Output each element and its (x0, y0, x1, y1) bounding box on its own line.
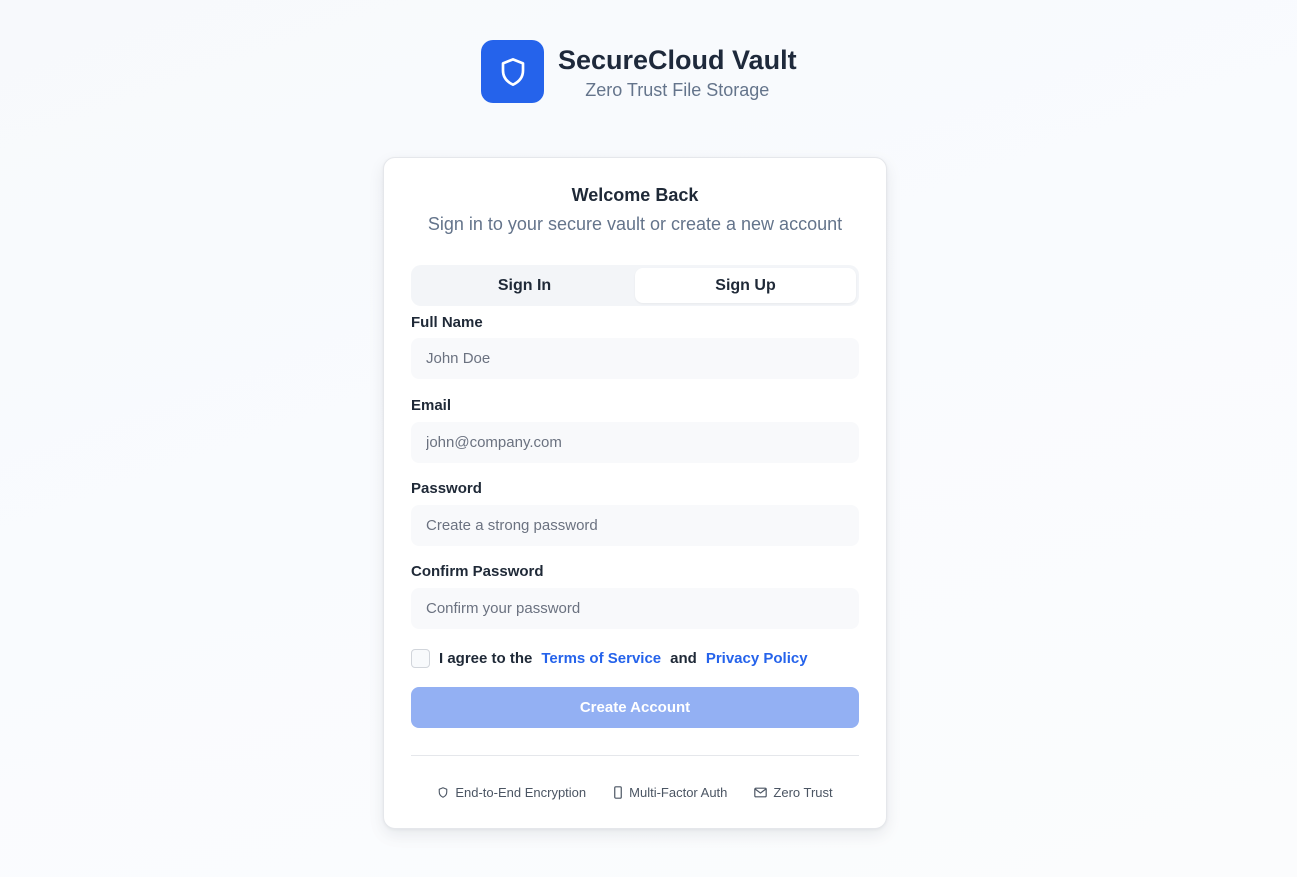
security-features: End-to-End Encryption Multi-Factor Auth … (384, 785, 886, 800)
agree-prefix: I agree to the (439, 650, 533, 667)
full-name-input[interactable] (411, 338, 859, 379)
brand-logo (481, 40, 544, 103)
brand-title: SecureCloud Vault (558, 44, 797, 75)
terms-checkbox[interactable] (411, 649, 430, 668)
mail-icon (754, 787, 768, 798)
auth-card: Welcome Back Sign in to your secure vaul… (383, 157, 887, 829)
tab-sign-up[interactable]: Sign Up (635, 268, 856, 303)
auth-tabs: Sign In Sign Up (411, 265, 859, 306)
feature-label: Multi-Factor Auth (629, 785, 728, 800)
confirm-password-input[interactable] (411, 588, 859, 629)
feature-mfa: Multi-Factor Auth (613, 785, 727, 800)
confirm-password-label: Confirm Password (411, 563, 544, 580)
card-subtitle: Sign in to your secure vault or create a… (427, 214, 843, 234)
email-input[interactable] (411, 422, 859, 463)
smartphone-icon (614, 786, 622, 799)
shield-icon (501, 57, 524, 86)
privacy-policy-link[interactable]: Privacy Policy (706, 650, 808, 667)
full-name-label: Full Name (411, 314, 483, 331)
brand-header: SecureCloud Vault Zero Trust File Storag… (481, 40, 797, 103)
card-title: Welcome Back (571, 185, 699, 205)
email-label: Email (411, 397, 452, 414)
password-input[interactable] (411, 505, 859, 546)
brand-subtitle: Zero Trust File Storage (585, 79, 770, 100)
agree-conjunction: and (670, 650, 697, 667)
shield-icon (439, 787, 448, 798)
divider (411, 755, 859, 756)
feature-label: Zero Trust (773, 785, 833, 800)
feature-label: End-to-End Encryption (455, 785, 587, 800)
feature-encryption: End-to-End Encryption (437, 785, 586, 800)
terms-of-service-link[interactable]: Terms of Service (541, 650, 661, 667)
terms-agreement: I agree to the Terms of Service and Priv… (411, 649, 817, 668)
create-account-button[interactable]: Create Account (411, 687, 859, 728)
feature-zero-trust: Zero Trust (754, 785, 833, 800)
password-label: Password (411, 480, 482, 497)
tab-sign-in[interactable]: Sign In (414, 268, 635, 303)
